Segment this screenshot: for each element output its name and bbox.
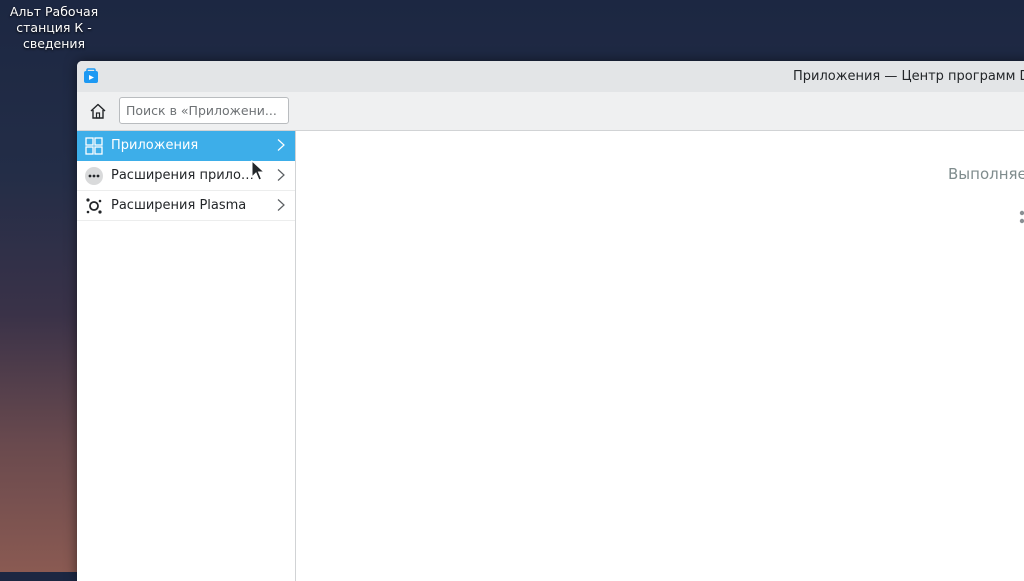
mouse-cursor-icon <box>251 160 265 181</box>
window-title: Приложения — Центр программ Di <box>793 69 1024 84</box>
home-icon <box>90 103 106 119</box>
loading-status-text: Выполняе <box>948 165 1024 183</box>
toolbar: Поиск в «Приложени... <box>77 92 1024 131</box>
titlebar[interactable]: Приложения — Центр программ Di <box>77 61 1024 92</box>
plasma-icon <box>86 197 102 214</box>
desktop-icon-label[interactable]: Альт Рабочая станция К - сведения <box>6 4 102 52</box>
discover-window: Приложения — Центр программ Di Поиск в «… <box>77 61 1024 581</box>
sidebar-item-applications[interactable]: Приложения <box>77 131 295 161</box>
sidebar-item-label: Расширения Plasma <box>111 198 247 213</box>
sidebar-item-plasma-addons[interactable]: Расширения Plasma <box>77 191 295 221</box>
search-input[interactable]: Поиск в «Приложени... <box>119 97 289 124</box>
sidebar-item-label: Расширения прилож... <box>111 168 259 183</box>
chevron-right-icon <box>277 169 285 181</box>
sidebar: Приложения Расширения прилож... Расширен… <box>77 131 296 581</box>
main-content: Выполняе <box>296 131 1024 581</box>
more-dots-icon <box>85 166 103 185</box>
grid-icon <box>85 136 103 155</box>
sidebar-item-label: Приложения <box>111 138 199 153</box>
loading-spinner-icon <box>1019 210 1024 224</box>
chevron-right-icon <box>277 139 285 151</box>
chevron-right-icon <box>277 199 285 211</box>
discover-app-icon <box>84 68 98 83</box>
home-button[interactable] <box>85 98 111 124</box>
